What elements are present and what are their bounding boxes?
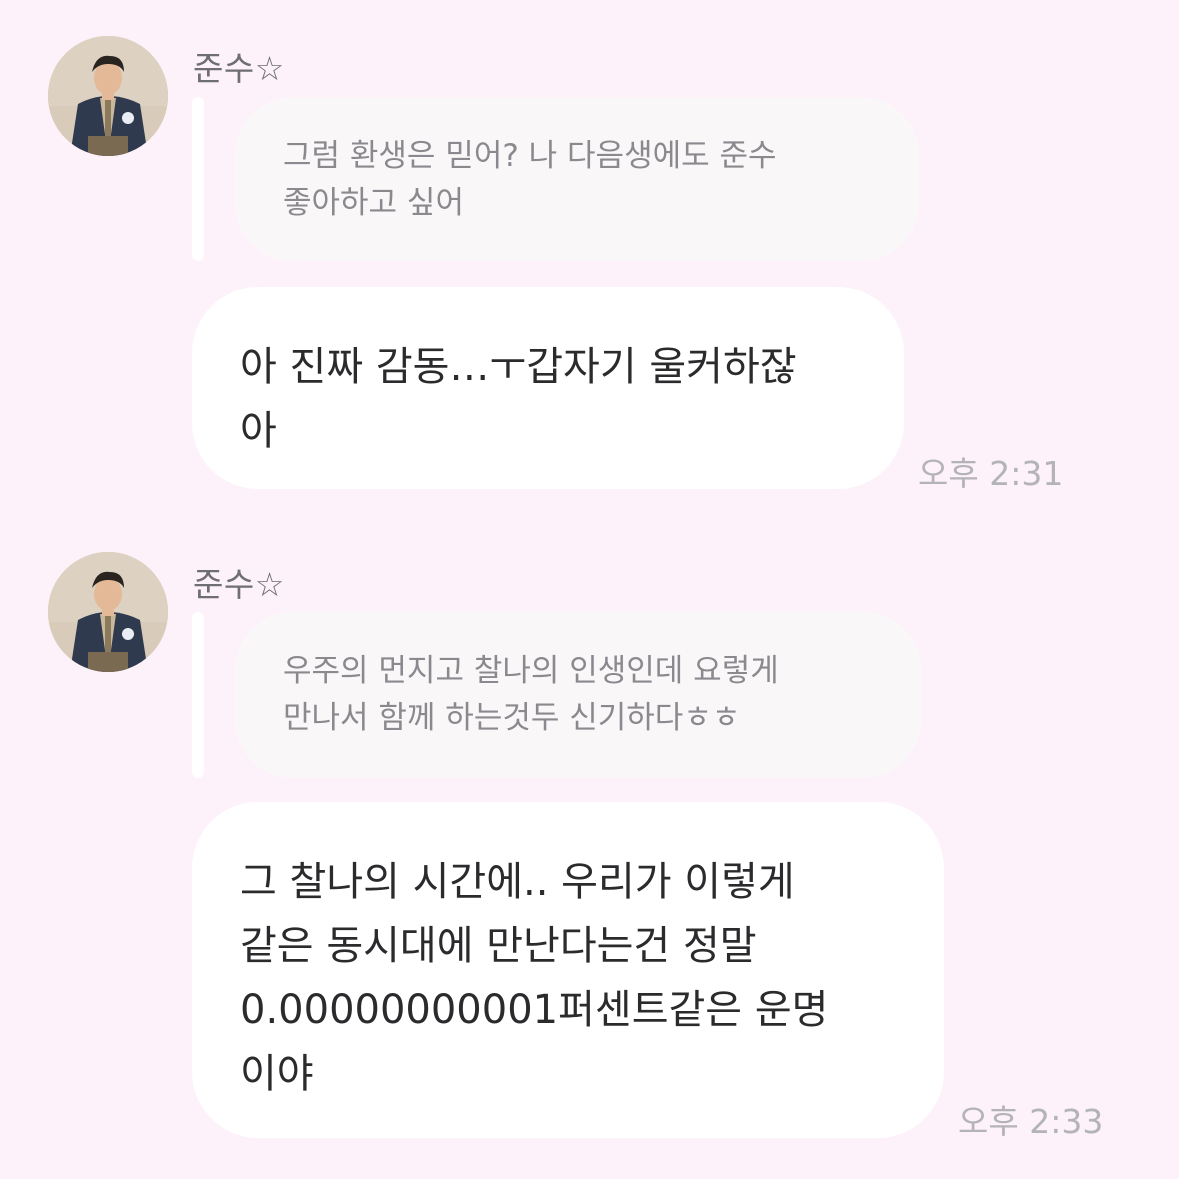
message-text-line: 같은 동시대에 만난다는건 정말 bbox=[240, 923, 757, 969]
sender-name: 준수☆ bbox=[193, 49, 285, 88]
chat-thread: 준수☆ 그럼 환생은 믿어? 나 다음생에도 준수 좋아하고 싶어 아 진짜 감… bbox=[0, 0, 1179, 1179]
message-text-line: 아 진짜 감동…ㅜ갑자기 울커하잖 bbox=[240, 344, 797, 390]
quoted-message-bubble[interactable]: 그럼 환생은 믿어? 나 다음생에도 준수 좋아하고 싶어 bbox=[235, 97, 919, 261]
message-text-line: 아 bbox=[240, 408, 277, 454]
sender-avatar[interactable] bbox=[48, 36, 168, 156]
quoted-text-line: 좋아하고 싶어 bbox=[283, 185, 464, 221]
message-text-line: 이야 bbox=[240, 1051, 314, 1097]
message-text-line: 그 찰나의 시간에.. 우리가 이렇게 bbox=[240, 859, 795, 905]
quoted-message-bubble[interactable]: 우주의 먼지고 찰나의 인생인데 요렇게 만나서 함께 하는것두 신기하다ㅎㅎ bbox=[235, 612, 921, 778]
message-timestamp: 오후 2:31 bbox=[918, 454, 1064, 493]
message-bubble[interactable]: 그 찰나의 시간에.. 우리가 이렇게 같은 동시대에 만난다는건 정말 0.0… bbox=[192, 802, 944, 1138]
sender-avatar[interactable] bbox=[48, 552, 168, 672]
profile-photo-icon bbox=[48, 36, 168, 156]
reply-indicator-bar bbox=[192, 97, 204, 261]
message-bubble[interactable]: 아 진짜 감동…ㅜ갑자기 울커하잖 아 bbox=[192, 287, 904, 489]
reply-indicator-bar bbox=[192, 612, 204, 778]
message-timestamp: 오후 2:33 bbox=[958, 1102, 1104, 1141]
message-text-line: 0.00000000001퍼센트같은 운명 bbox=[240, 987, 829, 1033]
sender-name: 준수☆ bbox=[193, 565, 285, 604]
profile-photo-icon bbox=[48, 552, 168, 672]
quoted-text-line: 만나서 함께 하는것두 신기하다ㅎㅎ bbox=[283, 700, 741, 736]
quoted-text-line: 그럼 환생은 믿어? 나 다음생에도 준수 bbox=[283, 138, 777, 174]
quoted-text-line: 우주의 먼지고 찰나의 인생인데 요렇게 bbox=[283, 653, 779, 689]
